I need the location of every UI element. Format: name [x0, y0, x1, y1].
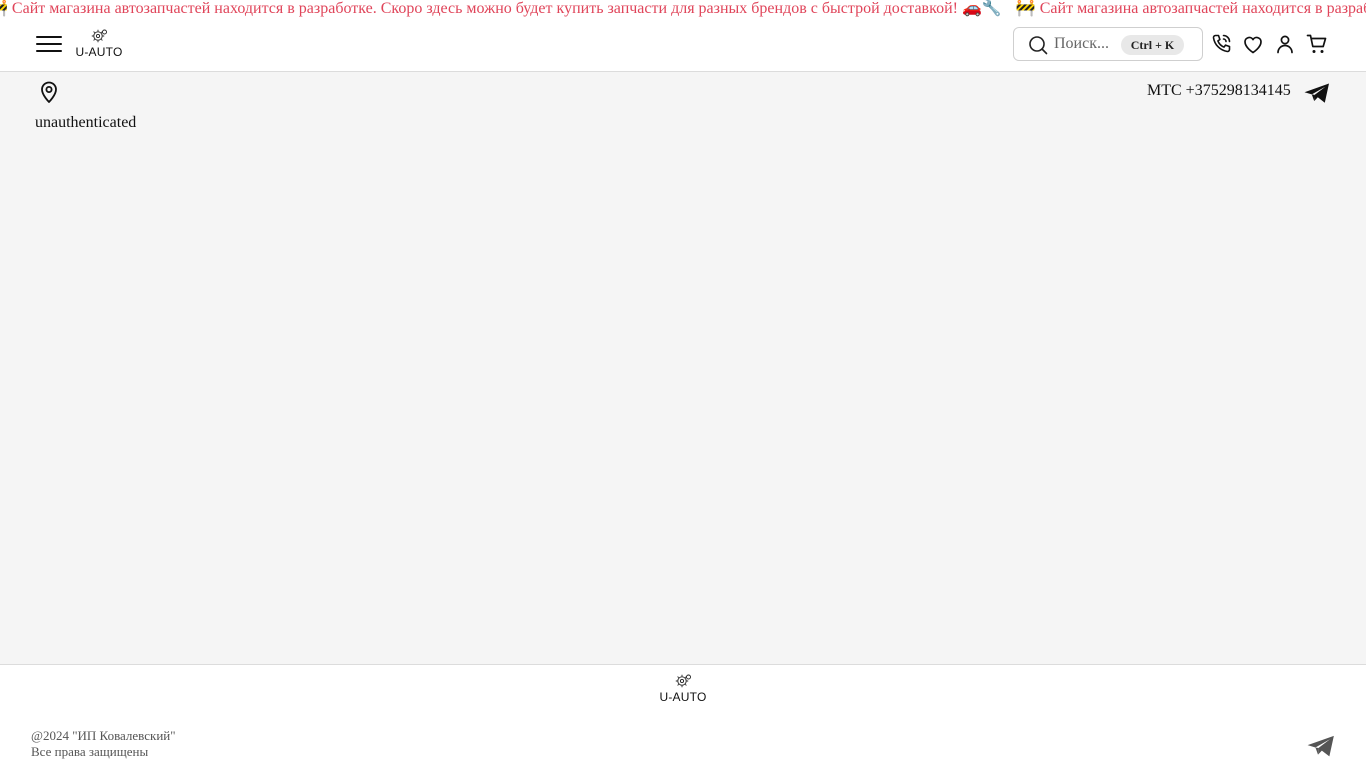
ticker-track: 🚧 Сайт магазина автозапчастей находится …	[0, 0, 1366, 18]
map-pin-icon[interactable]	[38, 80, 60, 104]
user-icon[interactable]	[1273, 32, 1297, 56]
hamburger-icon-line-1	[36, 36, 62, 38]
footer-logo-text: U-AUTO	[659, 690, 707, 704]
site-header: U-AUTO Ctrl + K	[0, 18, 1366, 72]
gear-logo-icon	[91, 29, 107, 43]
search-shortcut-badge: Ctrl + K	[1121, 35, 1184, 55]
site-footer: U-AUTO @2024 "ИП Ковалевский" Все права …	[0, 664, 1366, 768]
heart-icon[interactable]	[1241, 32, 1265, 56]
telegram-icon[interactable]	[1306, 733, 1336, 759]
search-input[interactable]	[1054, 34, 1124, 54]
gear-logo-icon	[675, 674, 691, 688]
hamburger-icon-line-2	[36, 43, 62, 45]
ticker-message-repeat: 🚧 Сайт магазина автозапчастей находится …	[1015, 0, 1366, 17]
copyright-line-2: Все права защищены	[31, 744, 149, 759]
phone-icon[interactable]	[1209, 32, 1233, 56]
menu-button[interactable]	[36, 32, 62, 56]
hamburger-icon-line-3	[36, 50, 62, 52]
telegram-icon[interactable]	[1303, 81, 1331, 105]
search-icon	[1029, 36, 1048, 55]
ticker-message: 🚧 Сайт магазина автозапчастей находится …	[0, 0, 1002, 17]
logo-text: U-AUTO	[75, 45, 123, 59]
phone-number-link[interactable]: МТС +375298134145	[1147, 82, 1291, 100]
announcement-ticker: 🚧 Сайт магазина автозапчастей находится …	[0, 0, 1366, 18]
site-logo[interactable]: U-AUTO	[74, 28, 124, 62]
copyright: @2024 "ИП Ковалевский" Все права защищен…	[31, 728, 176, 760]
auth-status-text: unauthenticated	[35, 114, 137, 131]
search-box[interactable]: Ctrl + K	[1013, 27, 1203, 61]
footer-logo[interactable]: U-AUTO	[658, 673, 708, 707]
cart-icon[interactable]	[1305, 32, 1329, 56]
copyright-line-1: @2024 "ИП Ковалевский"	[31, 728, 176, 743]
